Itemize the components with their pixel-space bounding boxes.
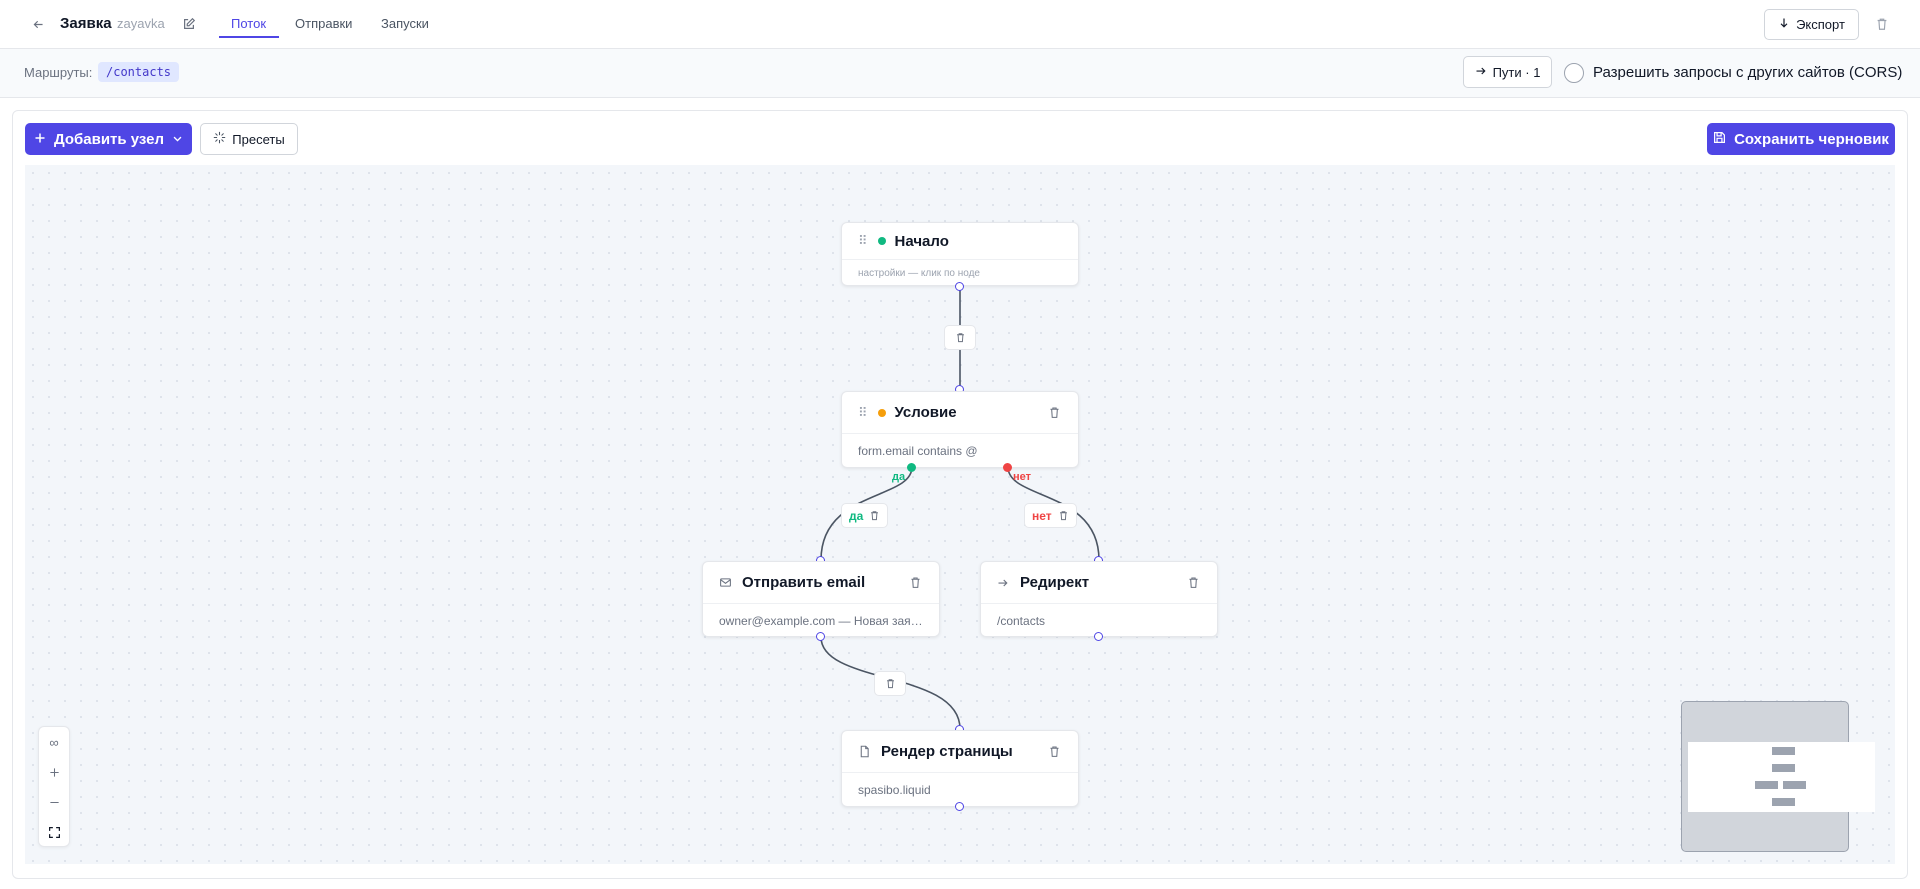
zoom-out-icon[interactable] — [39, 787, 69, 817]
node-subtitle: spasibo.liquid — [858, 783, 931, 797]
edge-no-label[interactable]: нет — [1024, 503, 1077, 528]
minimap-node — [1772, 764, 1795, 772]
node-header: Отправить email — [703, 562, 939, 604]
node-subtitle: /contacts — [997, 614, 1046, 628]
node-header: Редирект — [981, 562, 1217, 604]
drag-handle-icon[interactable]: ⠿ — [858, 405, 868, 421]
fit-view-icon[interactable] — [39, 817, 69, 847]
node-title: Условие — [894, 404, 957, 421]
delete-form-icon[interactable] — [1873, 15, 1891, 33]
flow-canvas[interactable]: ⠿ Начало настройки — клик по ноде ⠿ Усло… — [25, 165, 1895, 864]
output-handle[interactable] — [816, 632, 825, 641]
output-handle[interactable] — [955, 802, 964, 811]
drag-handle-icon[interactable]: ⠿ — [858, 233, 868, 249]
arrow-right-icon — [1475, 65, 1487, 80]
tab-runs[interactable]: Запуски — [381, 16, 429, 31]
output-handle[interactable] — [1094, 632, 1103, 641]
trash-icon[interactable] — [1058, 510, 1069, 521]
delete-node-icon[interactable] — [908, 575, 923, 590]
edge-yes-text: да — [849, 508, 864, 523]
status-dot — [877, 408, 886, 417]
back-arrow-icon[interactable] — [28, 14, 48, 34]
zoom-in-icon[interactable] — [39, 757, 69, 787]
edge-yes-label[interactable]: да — [841, 503, 889, 528]
active-tab-indicator — [219, 36, 279, 38]
export-button[interactable]: Экспорт — [1764, 9, 1859, 40]
delete-node-icon[interactable] — [1186, 575, 1201, 590]
no-handle-label: нет — [1013, 471, 1032, 483]
delete-node-icon[interactable] — [1047, 744, 1062, 759]
plus-icon — [34, 131, 46, 148]
minimap-node — [1783, 781, 1806, 789]
paths-label: Пути · 1 — [1492, 64, 1541, 80]
edit-icon[interactable] — [180, 15, 197, 32]
cors-label[interactable]: Разрешить запросы с других сайтов (CORS) — [1593, 64, 1902, 81]
delete-edge-button[interactable] — [874, 671, 906, 696]
page-title: Заявка — [60, 15, 112, 32]
output-handle[interactable] — [955, 282, 964, 291]
status-dot — [877, 237, 886, 245]
presets-label: Пресеты — [232, 131, 285, 147]
node-redirect[interactable]: Редирект /contacts — [980, 561, 1218, 637]
minimap-node — [1772, 798, 1795, 806]
node-title: Начало — [894, 232, 949, 250]
node-header: Рендер страницы — [842, 731, 1078, 773]
routes-bar: Маршруты: /contacts Пути · 1 Разрешить з… — [0, 49, 1920, 98]
trash-icon — [886, 679, 894, 689]
save-icon — [1713, 131, 1726, 148]
minimap-viewport — [1688, 742, 1875, 812]
paths-button[interactable]: Пути · 1 — [1463, 56, 1552, 88]
routes-label: Маршруты: — [24, 65, 93, 80]
tab-submissions[interactable]: Отправки — [295, 16, 352, 31]
node-title: Отправить email — [742, 574, 866, 591]
export-label: Экспорт — [1796, 17, 1845, 32]
minimap-node — [1755, 781, 1778, 789]
no-handle[interactable] — [1003, 463, 1012, 472]
minimap[interactable] — [1681, 701, 1875, 852]
tab-flow[interactable]: Поток — [231, 16, 266, 31]
add-node-label: Добавить узел — [53, 130, 165, 148]
add-node-button[interactable]: Добавить узел — [25, 123, 192, 155]
node-title: Рендер страницы — [881, 743, 1013, 760]
node-header: ⠿ Начало — [842, 223, 1078, 260]
sparkle-icon — [213, 131, 226, 147]
save-draft-label: Сохранить черновик — [1734, 130, 1889, 148]
file-icon — [858, 745, 872, 759]
chevron-down-icon — [172, 131, 183, 148]
cors-toggle[interactable] — [1564, 63, 1584, 83]
trash-icon[interactable] — [869, 510, 880, 521]
node-start[interactable]: ⠿ Начало настройки — клик по ноде — [841, 222, 1079, 286]
page-slug: zayavka — [117, 16, 165, 31]
mail-icon — [719, 576, 733, 590]
presets-button[interactable]: Пресеты — [200, 123, 298, 155]
yes-handle[interactable] — [907, 463, 916, 472]
node-subtitle: owner@example.com — Новая заявка — [719, 614, 924, 628]
node-subtitle: form.email contains @ — [858, 444, 978, 458]
minimap-node — [1772, 747, 1795, 755]
delete-edge-button[interactable] — [944, 325, 976, 350]
yes-handle-label: да — [892, 471, 906, 483]
canvas-controls: ∞ — [38, 726, 70, 847]
infinity-icon[interactable]: ∞ — [39, 727, 69, 757]
top-header: Заявка zayavka Поток Отправки Запуски Эк… — [0, 0, 1920, 49]
edge-no-text: нет — [1032, 508, 1052, 523]
trash-icon — [956, 333, 964, 343]
node-subtitle: настройки — клик по ноде — [858, 268, 980, 279]
node-condition[interactable]: ⠿ Условие form.email contains @ — [841, 391, 1079, 468]
node-send-email[interactable]: Отправить email owner@example.com — Нова… — [702, 561, 940, 637]
node-render-page[interactable]: Рендер страницы spasibo.liquid — [841, 730, 1079, 807]
route-chip[interactable]: /contacts — [98, 62, 180, 82]
node-header: ⠿ Условие — [842, 392, 1078, 434]
download-icon — [1778, 17, 1790, 32]
arrow-right-icon — [997, 576, 1011, 590]
delete-node-icon[interactable] — [1047, 405, 1062, 420]
node-title: Редирект — [1020, 574, 1090, 591]
save-draft-button[interactable]: Сохранить черновик — [1707, 123, 1895, 155]
